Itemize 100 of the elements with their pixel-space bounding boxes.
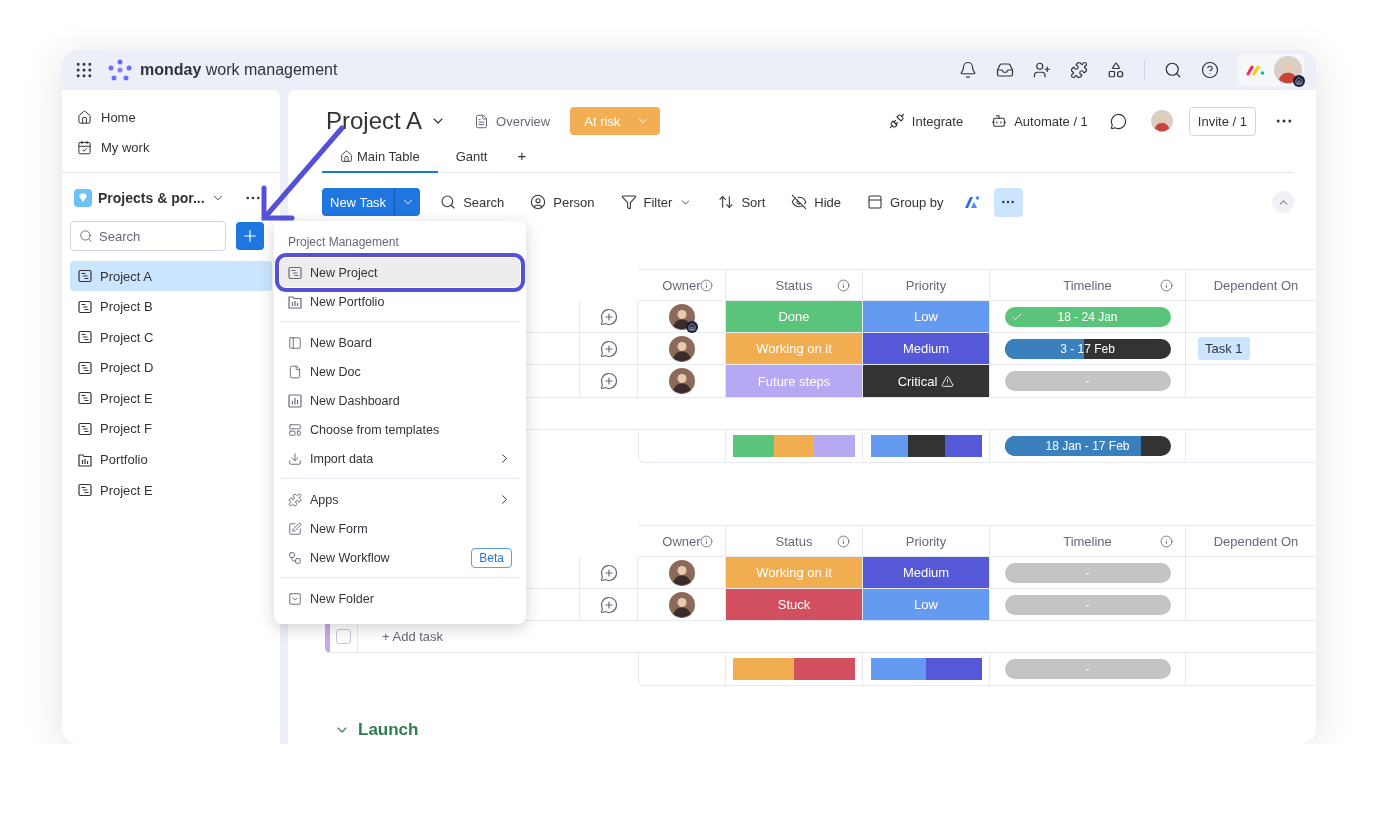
portfolio-icon bbox=[78, 452, 92, 467]
menu-item[interactable]: New Folder bbox=[280, 584, 520, 613]
menu-item[interactable]: Import data bbox=[280, 444, 520, 473]
column-label: Timeline bbox=[1063, 533, 1112, 549]
timeline-bar[interactable]: 18 Jan - 17 Feb bbox=[1004, 436, 1171, 456]
info-icon bbox=[837, 278, 850, 292]
sidebar-item[interactable]: Project E bbox=[70, 475, 272, 506]
chat-icon[interactable] bbox=[1109, 112, 1127, 130]
nav-item[interactable]: Home bbox=[70, 102, 272, 132]
priority-label[interactable]: Critical bbox=[863, 365, 989, 397]
menu-item[interactable]: New Board bbox=[280, 328, 520, 357]
nav-item[interactable]: My work bbox=[70, 132, 272, 162]
view-tab[interactable]: Main Table bbox=[322, 149, 438, 173]
board-icon bbox=[78, 299, 92, 314]
menu-item[interactable]: New Workflow Beta bbox=[280, 543, 520, 572]
menu-item-label: New Board bbox=[310, 335, 372, 350]
puzzle-icon bbox=[288, 492, 302, 507]
board-icon bbox=[78, 391, 92, 406]
plug-icon bbox=[888, 113, 905, 129]
home-icon bbox=[687, 322, 696, 331]
workspace-icon bbox=[74, 189, 92, 207]
download-icon bbox=[288, 451, 302, 466]
sidebar-item[interactable]: Project D bbox=[70, 352, 272, 383]
filter-icon bbox=[620, 194, 637, 210]
automate-button[interactable]: Automate / 1 bbox=[985, 109, 1094, 133]
add-update-icon[interactable] bbox=[599, 563, 618, 582]
menu-item-label: New Workflow bbox=[310, 550, 390, 565]
priority-label[interactable]: Medium bbox=[863, 557, 989, 588]
new-task-button[interactable]: New Task bbox=[322, 188, 395, 216]
avatar[interactable] bbox=[1150, 110, 1173, 132]
overview-icon bbox=[474, 113, 490, 129]
menu-item-label: Choose from templates bbox=[310, 422, 440, 437]
group-title[interactable]: Launch bbox=[358, 720, 419, 740]
info-icon bbox=[700, 534, 713, 548]
add-update-icon[interactable] bbox=[599, 372, 618, 390]
menu-item[interactable]: New Doc bbox=[280, 357, 520, 386]
add-user-icon[interactable] bbox=[1033, 61, 1051, 79]
add-button[interactable] bbox=[236, 222, 264, 250]
add-update-icon[interactable] bbox=[599, 307, 618, 326]
sidebar-item-label: Project F bbox=[100, 421, 152, 437]
overview-button[interactable]: Overview bbox=[468, 109, 557, 133]
home-icon bbox=[340, 150, 353, 163]
column-label: Priority bbox=[905, 533, 947, 549]
toolbar-button[interactable]: Sort bbox=[712, 190, 772, 214]
toolbar-button[interactable]: Search bbox=[434, 190, 511, 214]
sidebar-item[interactable]: Project E bbox=[70, 383, 272, 414]
checkbox[interactable] bbox=[336, 629, 351, 644]
search-icon[interactable] bbox=[1164, 61, 1182, 79]
invite-button[interactable]: Invite / 1 bbox=[1188, 106, 1256, 136]
timeline-label: - bbox=[1085, 597, 1090, 612]
dependency-tag[interactable]: Task 1 bbox=[1198, 337, 1250, 360]
column-label: Status bbox=[775, 277, 813, 293]
menu-item-label: New Portfolio bbox=[310, 294, 385, 309]
user-avatar[interactable] bbox=[1274, 56, 1302, 84]
board-icon bbox=[288, 265, 302, 280]
integrate-button[interactable]: Integrate bbox=[882, 109, 970, 133]
form-icon bbox=[288, 521, 302, 536]
menu-item-label: New Doc bbox=[310, 364, 361, 379]
menu-item[interactable]: New Portfolio bbox=[280, 287, 520, 316]
shapes-icon[interactable] bbox=[1107, 61, 1125, 79]
menu-item-label: New Dashboard bbox=[310, 393, 400, 408]
sidebar-item[interactable]: Portfolio bbox=[70, 444, 272, 475]
sidebar-item[interactable]: Project A bbox=[70, 261, 272, 291]
plus-icon bbox=[241, 227, 259, 245]
toolbar-button[interactable]: Filter bbox=[614, 190, 699, 214]
sidebar-item[interactable]: Project F bbox=[70, 413, 272, 444]
add-task[interactable]: + Add task bbox=[382, 629, 444, 644]
sidebar-item-label: Project E bbox=[100, 390, 153, 406]
tab-label: Main Table bbox=[357, 149, 420, 164]
toolbar-button[interactable]: Person bbox=[524, 190, 601, 214]
workspace-title[interactable]: Projects & por... bbox=[98, 190, 205, 206]
add-view-button[interactable]: + bbox=[505, 147, 539, 172]
add-update-icon[interactable] bbox=[599, 595, 618, 614]
menu-heading: Project Management bbox=[287, 234, 400, 251]
menu-item[interactable]: Choose from templates bbox=[280, 415, 520, 444]
info-icon bbox=[1160, 278, 1173, 292]
logo-icon bbox=[108, 59, 132, 81]
sidebar-item[interactable]: Project B bbox=[70, 291, 272, 322]
column-label: Priority bbox=[905, 277, 947, 293]
menu-item[interactable]: New Dashboard bbox=[280, 386, 520, 415]
toolbar-button[interactable]: Group by bbox=[861, 190, 950, 214]
inbox-icon[interactable] bbox=[996, 61, 1014, 79]
priority-label[interactable]: Medium bbox=[863, 333, 989, 364]
puzzle-icon[interactable] bbox=[1070, 61, 1088, 79]
search-field[interactable]: Search bbox=[70, 221, 226, 251]
search-icon bbox=[79, 229, 93, 243]
toolbar-button[interactable]: Hide bbox=[785, 190, 847, 214]
status-label[interactable]: Stuck bbox=[726, 589, 862, 620]
sort-icon bbox=[718, 194, 735, 210]
help-icon[interactable] bbox=[1201, 61, 1219, 79]
view-tab[interactable]: Gantt bbox=[437, 149, 506, 173]
apps-grid-icon[interactable] bbox=[74, 60, 94, 80]
board-icon bbox=[78, 421, 92, 436]
menu-item[interactable]: New Form bbox=[280, 514, 520, 543]
new-task-dropdown[interactable] bbox=[394, 188, 421, 216]
sidebar-item[interactable]: Project C bbox=[70, 322, 272, 353]
add-update-icon[interactable] bbox=[599, 339, 618, 358]
ai-icon[interactable] bbox=[963, 195, 980, 209]
bell-icon[interactable] bbox=[959, 61, 977, 79]
menu-item[interactable]: Apps bbox=[280, 485, 520, 514]
